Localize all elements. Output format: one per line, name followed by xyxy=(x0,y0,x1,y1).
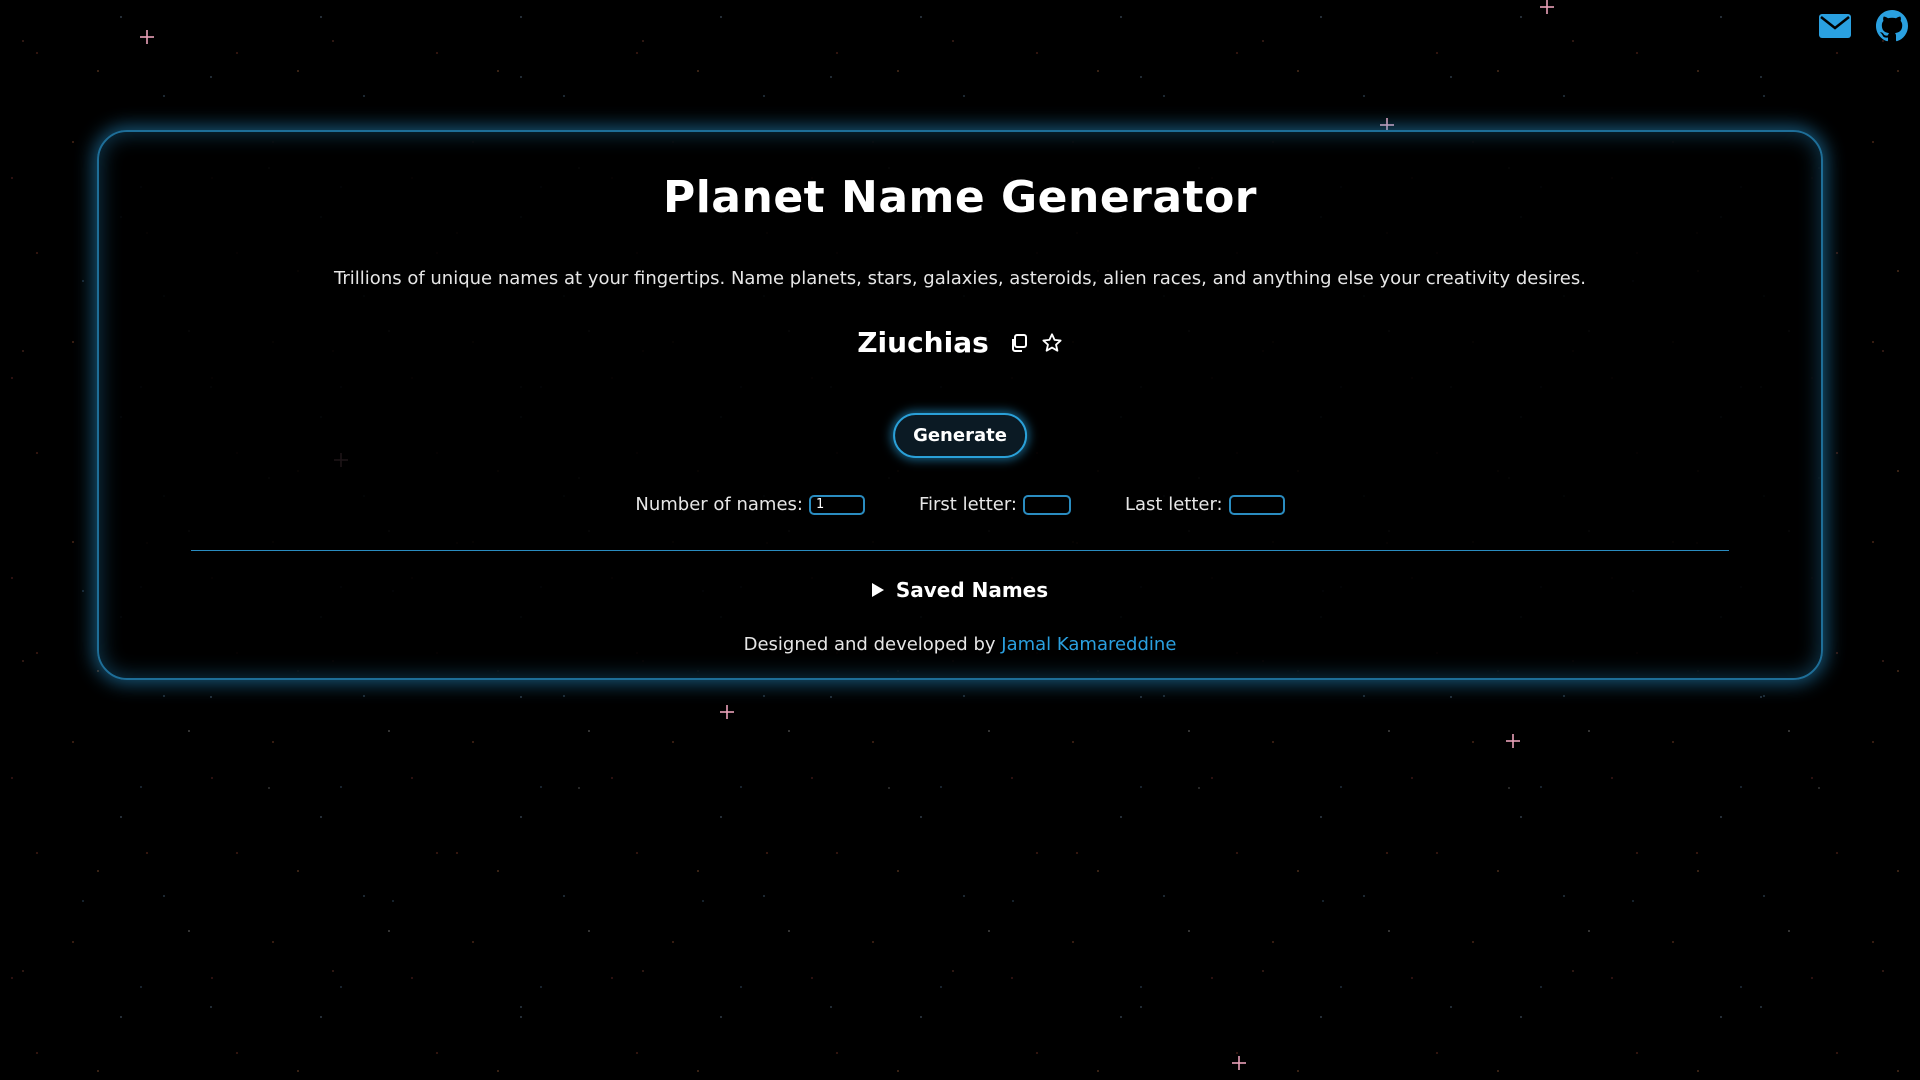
generated-name-row: Ziuchias xyxy=(99,326,1821,359)
footer-credit: Designed and developed by xyxy=(743,634,996,655)
number-of-names-label: Number of names: xyxy=(635,494,803,515)
last-letter-input[interactable] xyxy=(1228,494,1285,515)
copy-icon[interactable] xyxy=(1009,333,1029,353)
sparkle-star xyxy=(1506,734,1520,748)
author-link[interactable]: Jamal Kamareddine xyxy=(1001,634,1176,655)
github-icon[interactable] xyxy=(1876,10,1908,46)
number-of-names-option: Number of names: xyxy=(635,494,865,515)
triangle-right-icon xyxy=(871,583,884,597)
top-links xyxy=(1818,10,1908,46)
last-letter-option: Last letter: xyxy=(1125,494,1285,515)
footer: Designed and developed by Jamal Kamaredd… xyxy=(99,634,1821,655)
sparkle-star xyxy=(1232,1056,1246,1070)
generator-panel: Planet Name Generator Trillions of uniqu… xyxy=(97,130,1823,680)
number-of-names-input[interactable] xyxy=(808,494,865,515)
sparkle-star xyxy=(140,30,154,44)
mail-icon[interactable] xyxy=(1818,13,1852,43)
star-icon[interactable] xyxy=(1041,332,1063,354)
first-letter-option: First letter: xyxy=(919,494,1071,515)
first-letter-input[interactable] xyxy=(1022,494,1071,515)
sparkle-star xyxy=(1540,0,1554,14)
page-description: Trillions of unique names at your finger… xyxy=(334,268,1586,289)
generated-name: Ziuchias xyxy=(857,326,989,359)
options-row: Number of names: First letter: Last lett… xyxy=(99,494,1821,515)
first-letter-label: First letter: xyxy=(918,494,1017,515)
saved-names-toggle[interactable]: Saved Names xyxy=(99,578,1821,602)
divider xyxy=(191,550,1729,551)
sparkle-star xyxy=(720,705,734,719)
saved-names-label: Saved Names xyxy=(895,578,1049,602)
generate-button[interactable]: Generate xyxy=(893,413,1027,458)
last-letter-label: Last letter: xyxy=(1124,494,1223,515)
page-title: Planet Name Generator xyxy=(662,172,1258,223)
